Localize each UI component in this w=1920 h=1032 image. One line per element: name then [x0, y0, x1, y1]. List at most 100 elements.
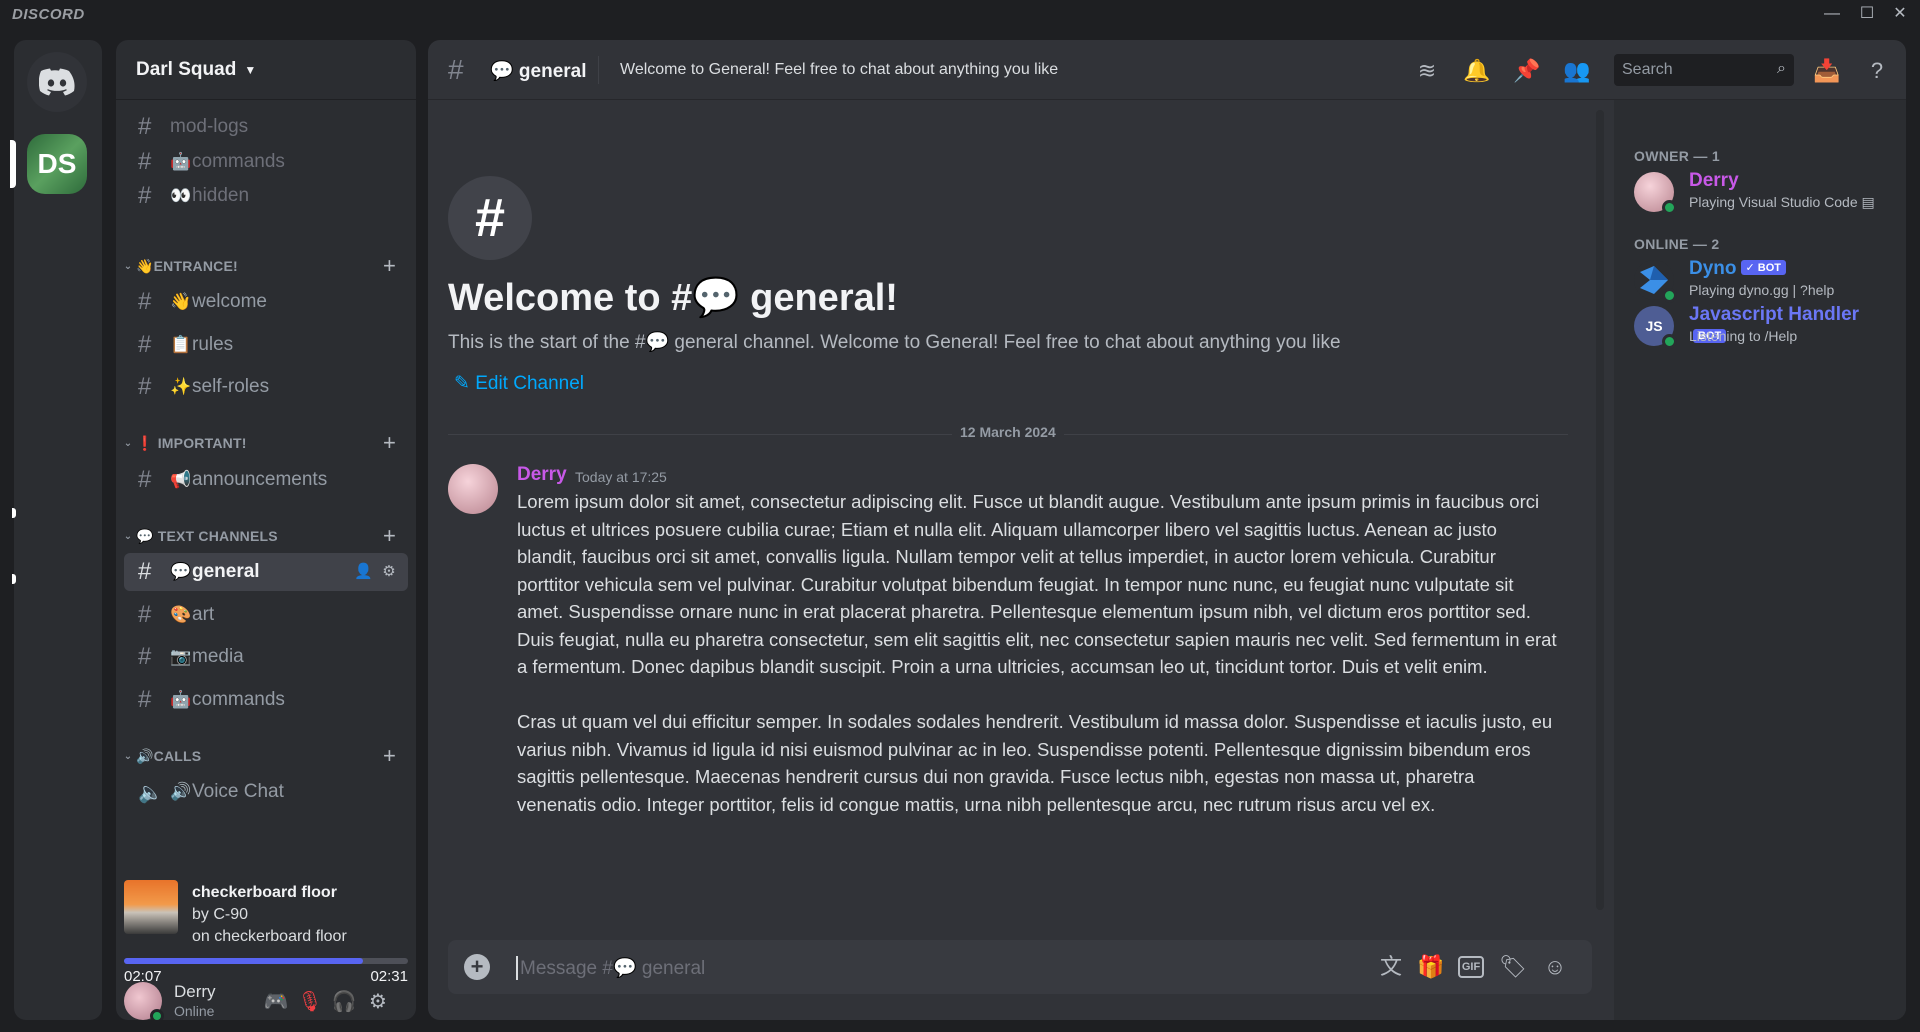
channel-label: general: [192, 561, 260, 582]
title-bar: DISCORD — ☐ ✕: [0, 0, 1920, 28]
chevron-down-icon: ⌄: [123, 437, 133, 449]
emoji-picker-icon[interactable]: ☺: [1540, 952, 1570, 982]
member-name: Derry: [1689, 170, 1739, 191]
message-area: # Welcome to #💬 general! This is the sta…: [428, 100, 1606, 1020]
member-item[interactable]: Dyno ✓ BOT Playing dyno.gg | ?help: [1634, 258, 1896, 303]
channel-label: art: [192, 604, 215, 625]
member-item[interactable]: JS Javascript HandlerBOT Listening to /H…: [1634, 304, 1896, 349]
bot-badge: ✓ BOT: [1740, 260, 1786, 275]
avatar[interactable]: [448, 464, 498, 514]
gear-icon[interactable]: ⚙: [380, 563, 398, 581]
track-title[interactable]: checkerboard floor: [192, 884, 337, 902]
translate-icon[interactable]: 文: [1376, 952, 1406, 982]
category-label: 👋ENTRANCE!: [136, 257, 238, 274]
sticker-icon[interactable]: 🏷: [1498, 952, 1528, 982]
welcome-title: Welcome to #💬 general!: [448, 277, 898, 319]
gif-button[interactable]: GIF: [1458, 956, 1484, 978]
mic-muted-icon[interactable]: 🎙: [296, 988, 324, 1016]
pin-icon[interactable]: 📌: [1512, 56, 1542, 86]
scrollbar[interactable]: [1596, 110, 1604, 910]
server-name: Darl Squad: [136, 58, 237, 80]
member-category-online: ONLINE — 2: [1634, 236, 1720, 252]
threads-icon[interactable]: ≋: [1412, 56, 1442, 86]
user-panel: Derry Online 🎮 🎙 🎧 ⚙: [116, 982, 416, 1020]
message-composer[interactable]: + Message #💬 general 文 🎁 GIF 🏷 ☺: [448, 940, 1592, 994]
maximize-button[interactable]: ☐: [1855, 2, 1879, 26]
voice-channel-voice-chat[interactable]: 🔈 🔊 Voice Chat: [124, 773, 408, 811]
date-divider-label: 12 March 2024: [952, 424, 1064, 440]
add-channel-icon[interactable]: +: [383, 430, 396, 456]
headphones-icon[interactable]: 🎧: [330, 988, 358, 1016]
category-text-channels[interactable]: ⌄ 💬 TEXT CHANNELS +: [120, 523, 412, 549]
channel-announcements[interactable]: # 📢 announcements: [124, 461, 408, 499]
minimize-button[interactable]: —: [1820, 2, 1844, 26]
selected-server-indicator: [10, 140, 16, 188]
add-channel-icon[interactable]: +: [383, 743, 396, 769]
online-status-icon: [1662, 200, 1677, 215]
message-author[interactable]: Derry: [517, 464, 567, 486]
message-timestamp: Today at 17:25: [575, 469, 667, 485]
add-channel-icon[interactable]: +: [383, 523, 396, 549]
member-list: OWNER — 1 Derry Playing Visual Studio Co…: [1614, 100, 1906, 1020]
speaker-icon: 🔈: [138, 781, 163, 804]
robot-emoji-icon: 🤖: [170, 690, 192, 709]
main-chat-panel: # 💬 general Welcome to General! Feel fre…: [428, 40, 1906, 1020]
category-entrance[interactable]: ⌄ 👋ENTRANCE! +: [120, 253, 412, 279]
track-artist-line: by C-90: [192, 906, 248, 924]
category-calls[interactable]: ⌄ 🔊CALLS +: [120, 743, 412, 769]
channel-label: Voice Chat: [192, 781, 284, 802]
track-artist[interactable]: C-90: [213, 906, 248, 923]
server-header-button[interactable]: Darl Squad ▼: [116, 40, 416, 100]
channel-art[interactable]: # 🎨 art: [124, 596, 408, 634]
direct-messages-button[interactable]: [27, 52, 87, 112]
create-invite-icon[interactable]: 👤: [354, 563, 373, 581]
add-attachment-icon[interactable]: +: [464, 954, 490, 980]
member-activity: Playing dyno.gg | ?help: [1689, 282, 1835, 298]
channel-commands[interactable]: # 🤖 commands: [124, 681, 408, 719]
track-progress-fill: [124, 958, 363, 964]
message-input[interactable]: Message #💬 general: [516, 956, 705, 980]
chevron-down-icon: ⌄: [123, 750, 133, 762]
hash-icon: #: [138, 148, 152, 175]
gear-icon[interactable]: ⚙: [364, 988, 392, 1016]
gamepad-icon[interactable]: 🎮: [262, 988, 290, 1016]
help-icon[interactable]: ?: [1862, 56, 1892, 86]
gift-icon[interactable]: 🎁: [1416, 952, 1446, 982]
channel-label: hidden: [192, 185, 250, 206]
channel-hidden[interactable]: # 👀 hidden: [124, 177, 408, 215]
sparkles-emoji-icon: ✨: [170, 377, 192, 396]
channel-rules[interactable]: # 📋 rules: [124, 326, 408, 364]
inbox-icon[interactable]: 📥: [1812, 56, 1842, 86]
bell-icon[interactable]: 🔔: [1462, 56, 1492, 86]
hash-icon: #: [448, 176, 532, 260]
channel-label: commands: [192, 151, 285, 172]
member-item[interactable]: Derry Playing Visual Studio Code ▤: [1634, 170, 1896, 215]
channel-mod-logs[interactable]: # mod-logs: [124, 108, 408, 146]
member-list-icon[interactable]: 👥: [1562, 56, 1592, 86]
date-divider: 12 March 2024: [448, 424, 1568, 440]
online-status-icon: [1662, 334, 1677, 349]
user-name[interactable]: Derry: [174, 982, 216, 1002]
channel-commands[interactable]: # 🤖 commands: [124, 143, 408, 181]
album-cover[interactable]: [124, 880, 178, 934]
track-progress-bar[interactable]: [124, 958, 408, 964]
channel-general[interactable]: # 💬 general 👤 ⚙: [124, 553, 408, 591]
search-input[interactable]: Search ⌕: [1614, 54, 1794, 86]
channel-header: # 💬 general Welcome to General! Feel fre…: [428, 40, 1906, 100]
member-name-text: Dyno: [1689, 258, 1737, 279]
channel-topic[interactable]: Welcome to General! Feel free to chat ab…: [620, 61, 1058, 79]
channel-label: commands: [192, 689, 285, 710]
server-icon-darl-squad[interactable]: DS: [27, 134, 87, 194]
add-channel-icon[interactable]: +: [383, 253, 396, 279]
close-window-button[interactable]: ✕: [1888, 2, 1912, 26]
channel-self-roles[interactable]: # ✨ self-roles: [124, 368, 408, 406]
category-important[interactable]: ⌄ ❗ IMPORTANT! +: [120, 430, 412, 456]
channel-media[interactable]: # 📷 media: [124, 638, 408, 676]
track-album[interactable]: checkerboard floor: [214, 928, 347, 945]
online-status-icon: [1662, 288, 1677, 303]
rich-presence-icon: ▤: [1861, 194, 1875, 210]
hash-icon: #: [138, 288, 152, 315]
welcome-subtitle: This is the start of the #💬 general chan…: [448, 332, 1341, 353]
edit-channel-link[interactable]: ✎ Edit Channel: [454, 372, 584, 395]
channel-welcome[interactable]: # 👋 welcome: [124, 283, 408, 321]
